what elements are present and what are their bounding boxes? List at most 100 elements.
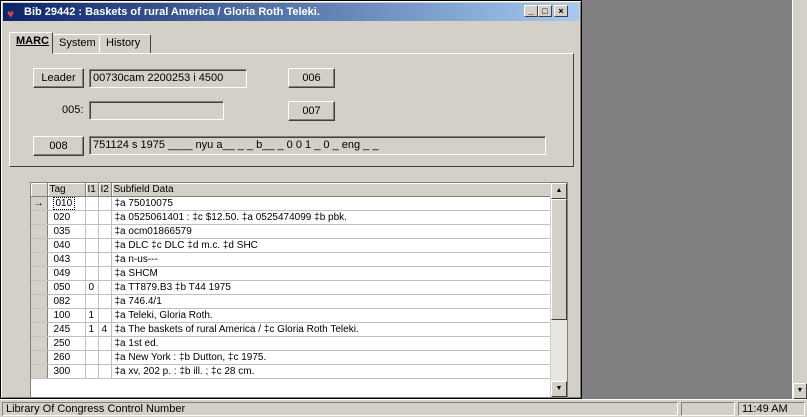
cell-i2[interactable] [98,224,112,239]
table-row[interactable]: 035 ‡a ocm01866579 [31,224,552,239]
cell-tag[interactable]: 043 [47,252,86,267]
row-selector[interactable] [31,294,48,309]
cell-subfield-data[interactable]: ‡a SHCM [111,266,552,281]
row-selector[interactable] [31,336,48,351]
cell-subfield-data[interactable]: ‡a n-us--- [111,252,552,267]
table-row[interactable]: 043 ‡a n-us--- [31,252,552,267]
table-row[interactable]: 300 ‡a xv, 202 p. : ‡b ill. ; ‡c 28 cm. [31,364,552,379]
cell-i1[interactable]: 1 [85,322,99,337]
cell-subfield-data[interactable]: ‡a 746.4/1 [111,294,552,309]
row-selector[interactable] [31,224,48,239]
row-selector[interactable] [31,350,48,365]
cell-i1[interactable] [85,364,99,379]
cell-i2[interactable] [98,196,112,211]
cell-i2[interactable] [98,210,112,225]
cell-tag[interactable]: 049 [47,266,86,281]
row-selector[interactable] [31,210,48,225]
cell-subfield-data[interactable]: ‡a TT879.B3 ‡b T44 1975 [111,280,552,295]
scroll-down-arrow-icon[interactable]: ▼ [551,381,567,397]
cell-i2[interactable] [98,294,112,309]
cell-tag[interactable]: 082 [47,294,86,309]
cell-subfield-data[interactable]: ‡a xv, 202 p. : ‡b ill. ; ‡c 28 cm. [111,364,552,379]
minimize-button[interactable]: _ [524,5,538,17]
cell-tag[interactable]: 035 [47,224,86,239]
cell-i1[interactable] [85,336,99,351]
scroll-up-arrow-icon[interactable]: ▲ [551,183,567,199]
table-row[interactable]: 020 ‡a 0525061401 : ‡c $12.50. ‡a 0525474… [31,210,552,225]
cell-i1[interactable] [85,224,99,239]
cell-i2[interactable] [98,350,112,365]
table-row[interactable]: 260 ‡a New York : ‡b Dutton, ‡c 1975. [31,350,552,365]
desktop-scroll-down-arrow-icon[interactable]: ▼ [793,383,807,399]
cell-i1[interactable] [85,252,99,267]
table-row[interactable]: → 010 ‡a 75010075 [31,196,552,211]
column-header-tag[interactable]: Tag [47,183,86,197]
cell-i2[interactable] [98,266,112,281]
row-selector[interactable] [31,238,48,253]
cell-tag[interactable]: 010 [47,196,86,211]
cell-subfield-data[interactable]: ‡a The baskets of rural America / ‡c Glo… [111,322,552,337]
scroll-thumb[interactable] [551,199,567,320]
row-selector[interactable] [31,364,48,379]
table-row[interactable]: 250 ‡a 1st ed. [31,336,552,351]
leader-button[interactable]: Leader [33,68,84,88]
007-button[interactable]: 007 [288,101,335,121]
008-field[interactable]: 751124 s 1975 ____ nyu a__ _ _ b__ _ 0 0… [89,136,546,155]
005-field[interactable] [89,101,224,120]
grid-vertical-scrollbar[interactable]: ▲ ▼ [550,183,567,397]
marc-field-grid[interactable]: Tag I1 I2 Subfield Data → 010 ‡a 75010075 0… [30,182,568,398]
cell-i1[interactable] [85,196,99,211]
column-header-i1[interactable]: I1 [85,183,99,197]
cell-subfield-data[interactable]: ‡a New York : ‡b Dutton, ‡c 1975. [111,350,552,365]
column-header-subfield-data[interactable]: Subfield Data [111,183,552,197]
cell-subfield-data[interactable]: ‡a 0525061401 : ‡c $12.50. ‡a 0525474099… [111,210,552,225]
title-bar[interactable]: ♥ Bib 29442 : Baskets of rural America /… [3,3,579,21]
tab-history[interactable]: History [99,34,151,54]
table-row[interactable]: 100 1 ‡a Teleki, Gloria Roth. [31,308,552,323]
cell-tag[interactable]: 300 [47,364,86,379]
row-selector[interactable] [31,280,48,295]
desktop-vertical-scrollbar[interactable]: ▼ [792,0,807,399]
row-selector[interactable]: → [31,196,48,211]
tab-system[interactable]: System [52,34,100,54]
cell-tag[interactable]: 040 [47,238,86,253]
cell-i2[interactable] [98,252,112,267]
cell-i1[interactable] [85,294,99,309]
cell-i2[interactable] [98,364,112,379]
cell-subfield-data[interactable]: ‡a 1st ed. [111,336,552,351]
cell-subfield-data[interactable]: ‡a 75010075 [111,196,552,211]
cell-i2[interactable] [98,280,112,295]
row-selector[interactable] [31,322,48,337]
row-selector[interactable] [31,266,48,281]
column-header-i2[interactable]: I2 [98,183,112,197]
cell-i1[interactable] [85,350,99,365]
table-row[interactable]: 049 ‡a SHCM [31,266,552,281]
cell-subfield-data[interactable]: ‡a Teleki, Gloria Roth. [111,308,552,323]
leader-field[interactable]: 00730cam 2200253 i 4500 [89,69,247,88]
close-button[interactable]: × [554,5,568,17]
cell-i1[interactable] [85,266,99,281]
table-row[interactable]: 050 0 ‡a TT879.B3 ‡b T44 1975 [31,280,552,295]
cell-i1[interactable]: 1 [85,308,99,323]
cell-i2[interactable] [98,238,112,253]
cell-tag[interactable]: 050 [47,280,86,295]
cell-tag[interactable]: 100 [47,308,86,323]
cell-i1[interactable] [85,238,99,253]
cell-i2[interactable]: 4 [98,322,112,337]
cell-i2[interactable] [98,336,112,351]
cell-tag[interactable]: 250 [47,336,86,351]
tab-marc[interactable]: MARC [9,32,53,54]
006-button[interactable]: 006 [288,68,335,88]
cell-tag[interactable]: 245 [47,322,86,337]
table-row[interactable]: 040 ‡a DLC ‡c DLC ‡d m.c. ‡d SHC [31,238,552,253]
cell-tag[interactable]: 020 [47,210,86,225]
row-selector[interactable] [31,252,48,267]
cell-i1[interactable]: 0 [85,280,99,295]
maximize-button[interactable]: □ [538,5,552,17]
table-row[interactable]: 245 1 4 ‡a The baskets of rural America / ‡… [31,322,552,337]
cell-i2[interactable] [98,308,112,323]
row-selector[interactable] [31,308,48,323]
cell-i1[interactable] [85,210,99,225]
cell-subfield-data[interactable]: ‡a DLC ‡c DLC ‡d m.c. ‡d SHC [111,238,552,253]
cell-subfield-data[interactable]: ‡a ocm01866579 [111,224,552,239]
